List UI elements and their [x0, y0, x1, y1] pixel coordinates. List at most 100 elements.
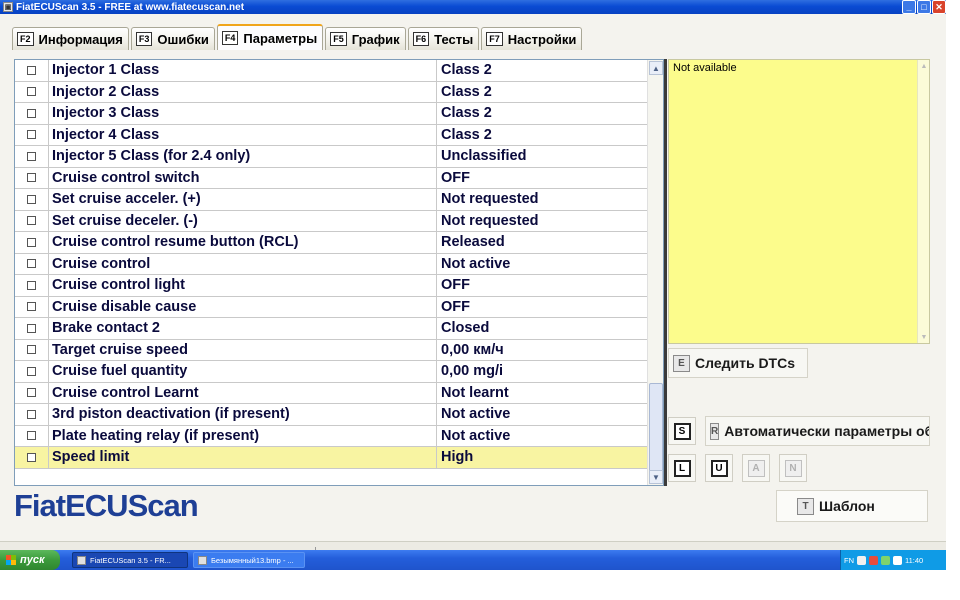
- network-icon[interactable]: [857, 555, 866, 565]
- checkbox-cell[interactable]: [15, 124, 49, 145]
- start-button[interactable]: пуск: [0, 550, 60, 570]
- language-indicator[interactable]: FN: [844, 556, 854, 565]
- table-row[interactable]: Plate heating relay (if present) Not acti…: [15, 425, 647, 447]
- checkbox-cell[interactable]: [15, 318, 49, 339]
- row-checkbox[interactable]: [27, 345, 36, 355]
- row-checkbox[interactable]: [27, 237, 36, 247]
- table-scrollbar[interactable]: ▲ ▼: [647, 60, 663, 485]
- checkbox-cell[interactable]: [15, 404, 49, 425]
- table-row[interactable]: Cruise control switch OFF: [15, 167, 647, 189]
- row-checkbox[interactable]: [27, 323, 36, 333]
- row-checkbox[interactable]: [27, 280, 36, 290]
- taskbar-item-paint[interactable]: Безымянный13.bmp - ...: [193, 552, 305, 568]
- minimize-button[interactable]: _: [902, 0, 916, 14]
- param-name: Brake contact 2: [49, 318, 437, 339]
- checkbox-cell[interactable]: [15, 425, 49, 446]
- scroll-up-icon[interactable]: ▲: [919, 61, 929, 71]
- watch-dtcs-button[interactable]: E Следить DTCs: [668, 348, 808, 378]
- panel-splitter[interactable]: [664, 59, 667, 486]
- tab-info[interactable]: F2 Информация: [12, 27, 129, 50]
- checkbox-cell[interactable]: [15, 60, 49, 81]
- tab-parameters[interactable]: F4 Параметры: [216, 24, 324, 50]
- table-row[interactable]: Cruise fuel quantity 0,00 mg/i: [15, 361, 647, 383]
- key-badge: U: [710, 459, 728, 477]
- n-key-button[interactable]: N: [779, 454, 807, 482]
- row-checkbox[interactable]: [27, 65, 36, 75]
- template-button[interactable]: T Шаблон: [776, 490, 928, 522]
- table-row[interactable]: Set cruise acceler. (+) Not requested: [15, 189, 647, 211]
- tab-settings[interactable]: F7 Настройки: [481, 27, 583, 50]
- taskbar-item-fiatecuscan[interactable]: FiatECUScan 3.5 - FR...: [72, 552, 188, 568]
- checkbox-cell[interactable]: [15, 382, 49, 403]
- checkbox-cell[interactable]: [15, 275, 49, 296]
- checkbox-cell[interactable]: [15, 167, 49, 188]
- checkbox-cell[interactable]: [15, 361, 49, 382]
- row-checkbox[interactable]: [27, 108, 36, 118]
- row-checkbox[interactable]: [27, 409, 36, 419]
- checkbox-cell[interactable]: [15, 81, 49, 102]
- checkbox-cell[interactable]: [15, 103, 49, 124]
- table-row[interactable]: Injector 3 Class Class 2: [15, 103, 647, 125]
- description-scrollbar[interactable]: ▲ ▼: [917, 60, 929, 343]
- security-icon[interactable]: [869, 555, 878, 565]
- key-badge: N: [784, 459, 802, 477]
- u-key-button[interactable]: U: [705, 454, 733, 482]
- scroll-thumb[interactable]: [649, 383, 663, 472]
- table-row[interactable]: Cruise disable cause OFF: [15, 296, 647, 318]
- table-row[interactable]: Injector 1 Class Class 2: [15, 60, 647, 82]
- scroll-up-icon[interactable]: ▲: [649, 61, 663, 75]
- checkbox-cell[interactable]: [15, 253, 49, 274]
- signal-icon[interactable]: [881, 555, 890, 565]
- checkbox-cell[interactable]: [15, 232, 49, 253]
- table-row[interactable]: Target cruise speed 0,00 км/ч: [15, 339, 647, 361]
- tab-tests[interactable]: F6 Тесты: [407, 27, 480, 50]
- checkbox-cell[interactable]: [15, 447, 49, 468]
- table-row[interactable]: 3rd piston deactivation (if present) Not …: [15, 404, 647, 426]
- table-row[interactable]: Brake contact 2 Closed: [15, 318, 647, 340]
- auto-params-button[interactable]: R Автоматически параметры обн: [705, 416, 930, 446]
- checkbox-cell[interactable]: [15, 339, 49, 360]
- table-row[interactable]: Cruise control Learnt Not learnt: [15, 382, 647, 404]
- param-value: 0,00 км/ч: [441, 341, 504, 358]
- row-checkbox[interactable]: [27, 431, 36, 441]
- checkbox-cell[interactable]: [15, 210, 49, 231]
- table-row[interactable]: Cruise control light OFF: [15, 275, 647, 297]
- row-checkbox[interactable]: [27, 87, 36, 97]
- table-row-selected[interactable]: Speed limit High: [15, 447, 647, 469]
- row-checkbox[interactable]: [27, 452, 36, 462]
- tab-graph[interactable]: F5 График: [325, 27, 406, 50]
- clock[interactable]: 11:40: [905, 556, 923, 565]
- row-checkbox[interactable]: [27, 130, 36, 140]
- tab-errors[interactable]: F3 Ошибки: [130, 27, 215, 50]
- paint-icon: [198, 555, 207, 565]
- row-checkbox[interactable]: [27, 302, 36, 312]
- volume-icon[interactable]: [893, 555, 902, 565]
- checkbox-cell[interactable]: [15, 146, 49, 167]
- checkbox-cell[interactable]: [15, 189, 49, 210]
- table-row[interactable]: Injector 4 Class Class 2: [15, 124, 647, 146]
- table-row[interactable]: Cruise control resume button (RCL) Releas…: [15, 232, 647, 254]
- maximize-button[interactable]: □: [917, 0, 931, 14]
- taskbar: пуск FiatECUScan 3.5 - FR... Безымянный1…: [0, 550, 946, 570]
- table-row[interactable]: Injector 5 Class (for 2.4 only) Unclassif…: [15, 146, 647, 168]
- row-checkbox[interactable]: [27, 259, 36, 269]
- row-checkbox[interactable]: [27, 151, 36, 161]
- scroll-down-icon[interactable]: ▼: [919, 332, 929, 342]
- row-checkbox[interactable]: [27, 216, 36, 226]
- row-checkbox[interactable]: [27, 194, 36, 204]
- scroll-down-icon[interactable]: ▼: [649, 470, 663, 484]
- parameters-table[interactable]: Injector 1 Class Class 2 Injector 2 Class…: [14, 59, 664, 486]
- s-key-button[interactable]: S: [668, 417, 696, 445]
- title-bar[interactable]: ▣ FiatECUScan 3.5 - FREE at www.fiatecus…: [0, 0, 946, 14]
- table-row[interactable]: Injector 2 Class Class 2: [15, 81, 647, 103]
- description-panel[interactable]: Not available ▲ ▼: [668, 59, 930, 344]
- l-key-button[interactable]: L: [668, 454, 696, 482]
- table-row[interactable]: Cruise control Not active: [15, 253, 647, 275]
- close-button[interactable]: ✕: [932, 0, 946, 14]
- table-row[interactable]: Set cruise deceler. (-) Not requested: [15, 210, 647, 232]
- row-checkbox[interactable]: [27, 388, 36, 398]
- row-checkbox[interactable]: [27, 173, 36, 183]
- a-key-button[interactable]: A: [742, 454, 770, 482]
- row-checkbox[interactable]: [27, 366, 36, 376]
- checkbox-cell[interactable]: [15, 296, 49, 317]
